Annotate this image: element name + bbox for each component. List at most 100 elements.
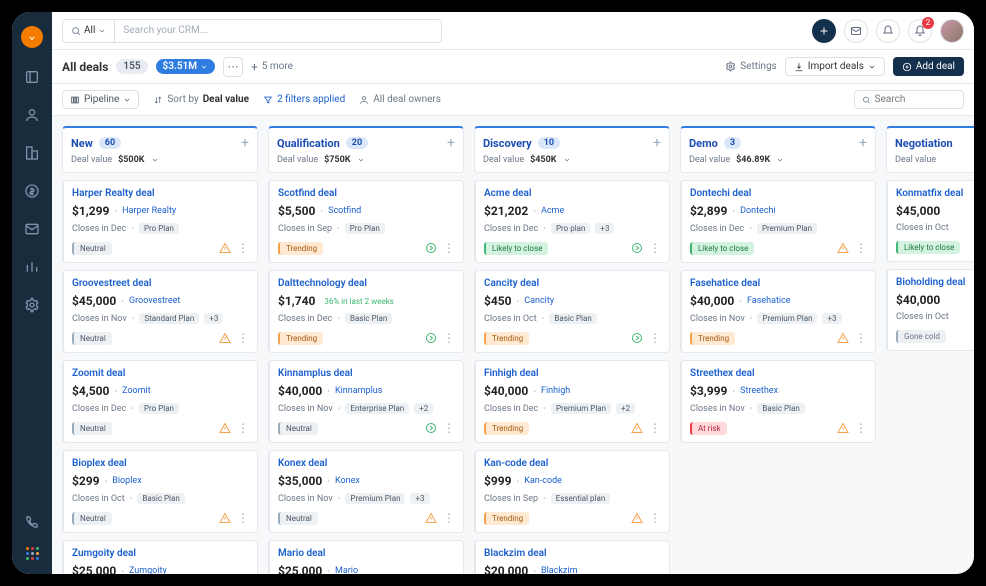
add-card-button[interactable]: + <box>447 135 455 151</box>
company-link[interactable]: Scotfind <box>328 206 361 216</box>
company-link[interactable]: Streethex <box>740 386 778 396</box>
company-link[interactable]: Bioplex <box>112 476 141 486</box>
company-link[interactable]: Dontechi <box>740 206 776 216</box>
deal-title[interactable]: Zumgoity deal <box>72 548 249 559</box>
add-card-button[interactable]: + <box>653 135 661 151</box>
nav-mail-icon[interactable] <box>23 220 41 238</box>
company-link[interactable]: Finhigh <box>541 386 570 396</box>
deal-card[interactable]: Groovestreet deal $45,000•Groovestreet C… <box>62 270 258 353</box>
company-link[interactable]: Acme <box>541 206 564 216</box>
deal-title[interactable]: Acme deal <box>484 188 661 199</box>
deal-title[interactable]: Konex deal <box>278 458 455 469</box>
deal-title[interactable]: Cancity deal <box>484 278 661 289</box>
phone-icon[interactable] <box>23 513 41 531</box>
deal-title[interactable]: Groovestreet deal <box>72 278 249 289</box>
app-switcher-icon[interactable] <box>26 547 39 560</box>
deal-card[interactable]: Kinnamplus deal $40,000•Kinnamplus Close… <box>268 360 464 443</box>
deal-card[interactable]: Bioholding deal $40,000 Closes in Oct Go… <box>886 269 974 351</box>
deal-title[interactable]: Bioholding deal <box>896 277 974 288</box>
deal-card[interactable]: Konmatfix deal $45,000 Closes in Oct Lik… <box>886 180 974 262</box>
board-search[interactable] <box>854 90 964 109</box>
company-link[interactable]: Mario <box>335 566 358 574</box>
deal-title[interactable]: Fasehatice deal <box>690 278 867 289</box>
alerts-button[interactable] <box>876 19 900 43</box>
deal-card[interactable]: Scotfind deal $5,500•Scotfind Closes in … <box>268 180 464 263</box>
company-link[interactable]: Groovestreet <box>129 296 180 306</box>
card-menu-button[interactable]: ⋮ <box>443 421 455 435</box>
company-link[interactable]: Fasehatice <box>747 296 791 306</box>
card-menu-button[interactable]: ⋮ <box>649 511 661 525</box>
card-menu-button[interactable]: ⋮ <box>443 511 455 525</box>
company-link[interactable]: Harper Realty <box>122 206 176 216</box>
deal-title[interactable]: Harper Realty deal <box>72 188 249 199</box>
card-menu-button[interactable]: ⋮ <box>855 331 867 345</box>
card-menu-button[interactable]: ⋮ <box>649 241 661 255</box>
more-options-button[interactable]: ⋯ <box>223 57 243 77</box>
deal-title[interactable]: Kan-code deal <box>484 458 661 469</box>
card-menu-button[interactable]: ⋮ <box>443 241 455 255</box>
deal-card[interactable]: Finhigh deal $40,000•Finhigh Closes in D… <box>474 360 670 443</box>
app-logo[interactable] <box>21 26 43 48</box>
search-input[interactable] <box>115 25 441 36</box>
card-menu-button[interactable]: ⋮ <box>443 331 455 345</box>
deal-card[interactable]: Dontechi deal $2,899•Dontechi Closes in … <box>680 180 876 263</box>
deal-card[interactable]: Cancity deal $450•Cancity Closes in Oct•… <box>474 270 670 353</box>
add-deal-button[interactable]: Add deal <box>893 57 964 76</box>
board-search-input[interactable] <box>875 94 956 105</box>
deal-title[interactable]: Mario deal <box>278 548 455 559</box>
deal-card[interactable]: Kan-code deal $999•Kan-code Closes in Se… <box>474 450 670 533</box>
company-link[interactable]: Kan-code <box>524 476 562 486</box>
company-link[interactable]: Konex <box>335 476 360 486</box>
deal-title[interactable]: Finhigh deal <box>484 368 661 379</box>
card-menu-button[interactable]: ⋮ <box>649 421 661 435</box>
deal-title[interactable]: Streethex deal <box>690 368 867 379</box>
global-search[interactable]: All <box>62 19 442 43</box>
view-mode-select[interactable]: Pipeline <box>62 90 139 109</box>
card-menu-button[interactable]: ⋮ <box>237 421 249 435</box>
deal-card[interactable]: Mario deal $25,000•Mario Closes in Nov•B… <box>268 540 464 574</box>
company-link[interactable]: Zumgoity <box>129 566 167 574</box>
quick-add-button[interactable] <box>812 19 836 43</box>
owners-filter[interactable]: All deal owners <box>359 94 441 105</box>
search-scope-dropdown[interactable]: All <box>63 20 115 42</box>
deal-card[interactable]: Streethex deal $3,999•Streethex Closes i… <box>680 360 876 443</box>
add-card-button[interactable]: + <box>859 135 867 151</box>
mail-button[interactable] <box>844 19 868 43</box>
deal-card[interactable]: Blackzim deal $20,000•Blackzim Closes in… <box>474 540 670 574</box>
nav-accounts-icon[interactable] <box>23 144 41 162</box>
card-menu-button[interactable]: ⋮ <box>237 331 249 345</box>
settings-link[interactable]: Settings <box>725 61 777 72</box>
deal-card[interactable]: Zoomit deal $4,500•Zoomit Closes in Dec•… <box>62 360 258 443</box>
deal-title[interactable]: Dontechi deal <box>690 188 867 199</box>
company-link[interactable]: Zoomit <box>122 386 151 396</box>
deal-card[interactable]: Acme deal $21,202•Acme Closes in Dec•Pro… <box>474 180 670 263</box>
more-views-link[interactable]: +5 more <box>251 60 293 74</box>
deal-title[interactable]: Zoomit deal <box>72 368 249 379</box>
deal-title[interactable]: Kinnamplus deal <box>278 368 455 379</box>
deal-card[interactable]: Zumgoity deal $25,000•Zumgoity Closes in… <box>62 540 258 574</box>
deal-title[interactable]: Scotfind deal <box>278 188 455 199</box>
card-menu-button[interactable]: ⋮ <box>855 241 867 255</box>
deal-title[interactable]: Blackzim deal <box>484 548 661 559</box>
filters-applied[interactable]: 2 filters applied <box>263 94 345 105</box>
deal-title[interactable]: Bioplex deal <box>72 458 249 469</box>
deal-title[interactable]: Dalttechnology deal <box>278 278 455 289</box>
company-link[interactable]: Kinnamplus <box>335 386 382 396</box>
nav-contacts-icon[interactable] <box>23 106 41 124</box>
deal-card[interactable]: Bioplex deal $299•Bioplex Closes in Oct•… <box>62 450 258 533</box>
deal-card[interactable]: Fasehatice deal $40,000•Fasehatice Close… <box>680 270 876 353</box>
deal-value-pill[interactable]: $3.51M <box>156 59 215 74</box>
deal-card[interactable]: Harper Realty deal $1,299•Harper Realty … <box>62 180 258 263</box>
nav-settings-icon[interactable] <box>23 296 41 314</box>
sort-select[interactable]: Sort by Deal value <box>153 94 249 105</box>
import-deals-button[interactable]: Import deals <box>785 57 885 76</box>
nav-reports-icon[interactable] <box>23 258 41 276</box>
deal-card[interactable]: Dalttechnology deal $1,74036% in last 2 … <box>268 270 464 353</box>
nav-deals-icon[interactable] <box>23 182 41 200</box>
card-menu-button[interactable]: ⋮ <box>649 331 661 345</box>
add-card-button[interactable]: + <box>241 135 249 151</box>
company-link[interactable]: Cancity <box>524 296 554 306</box>
deal-card[interactable]: Konex deal $35,000•Konex Closes in Nov•P… <box>268 450 464 533</box>
card-menu-button[interactable]: ⋮ <box>237 511 249 525</box>
deal-title[interactable]: Konmatfix deal <box>896 188 974 199</box>
